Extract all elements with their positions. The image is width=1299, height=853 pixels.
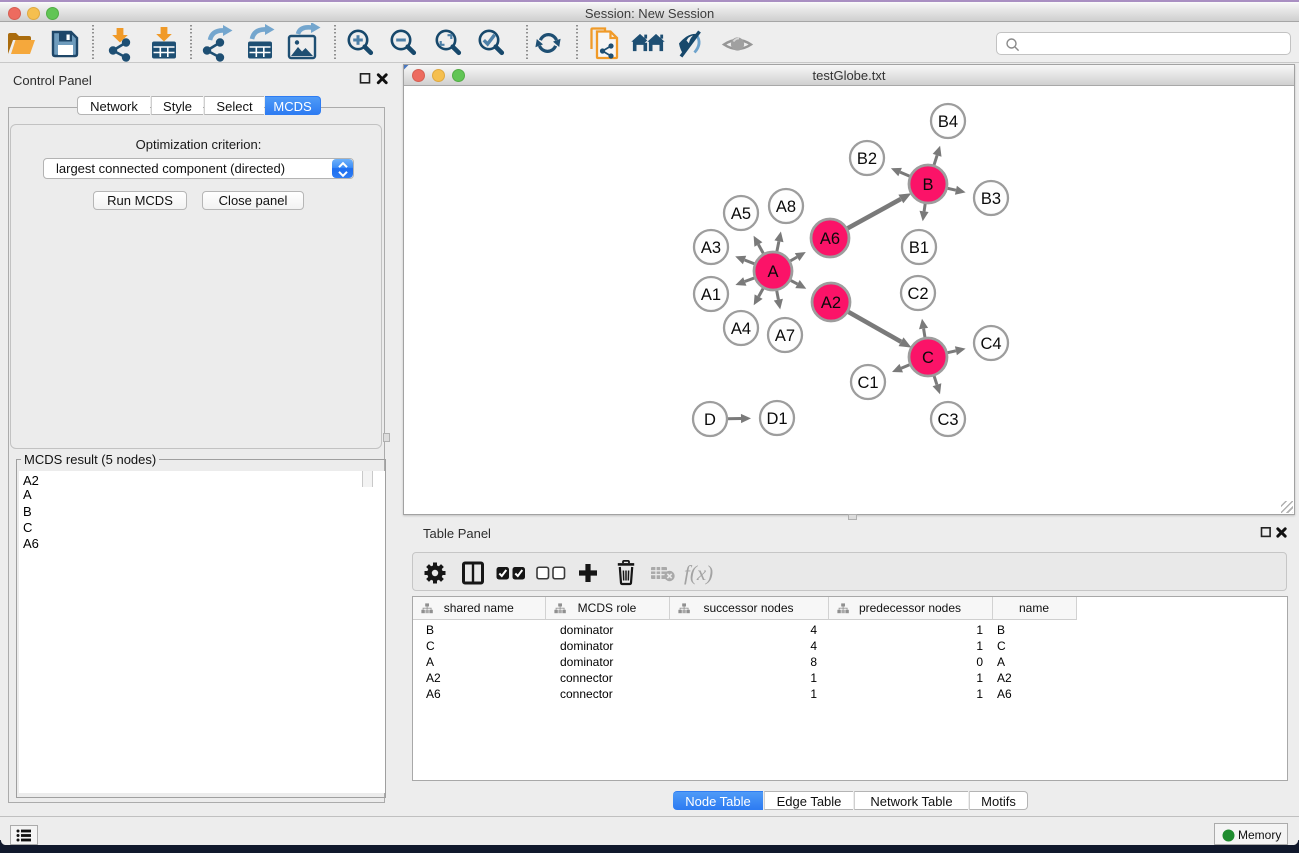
- svg-text:C4: C4: [980, 335, 1001, 353]
- svg-text:C3: C3: [937, 411, 958, 429]
- svg-text:C1: C1: [857, 374, 878, 392]
- svg-text:A1: A1: [701, 286, 721, 304]
- svg-text:C2: C2: [907, 285, 928, 303]
- svg-text:C: C: [922, 349, 934, 367]
- svg-text:B1: B1: [909, 239, 929, 257]
- svg-text:f(x): f(x): [684, 561, 713, 585]
- svg-text:B: B: [922, 176, 933, 194]
- svg-text:A5: A5: [731, 205, 751, 223]
- svg-text:A7: A7: [775, 327, 795, 345]
- svg-text:A6: A6: [820, 230, 840, 248]
- svg-text:A3: A3: [701, 239, 721, 257]
- svg-text:D: D: [704, 411, 716, 429]
- svg-text:B2: B2: [857, 150, 877, 168]
- svg-text:A2: A2: [821, 294, 841, 312]
- svg-text:A4: A4: [731, 320, 751, 338]
- svg-text:D1: D1: [766, 410, 787, 428]
- svg-text:B3: B3: [981, 190, 1001, 208]
- svg-text:A8: A8: [776, 198, 796, 216]
- svg-text:A: A: [767, 263, 778, 281]
- svg-text:B4: B4: [938, 113, 958, 131]
